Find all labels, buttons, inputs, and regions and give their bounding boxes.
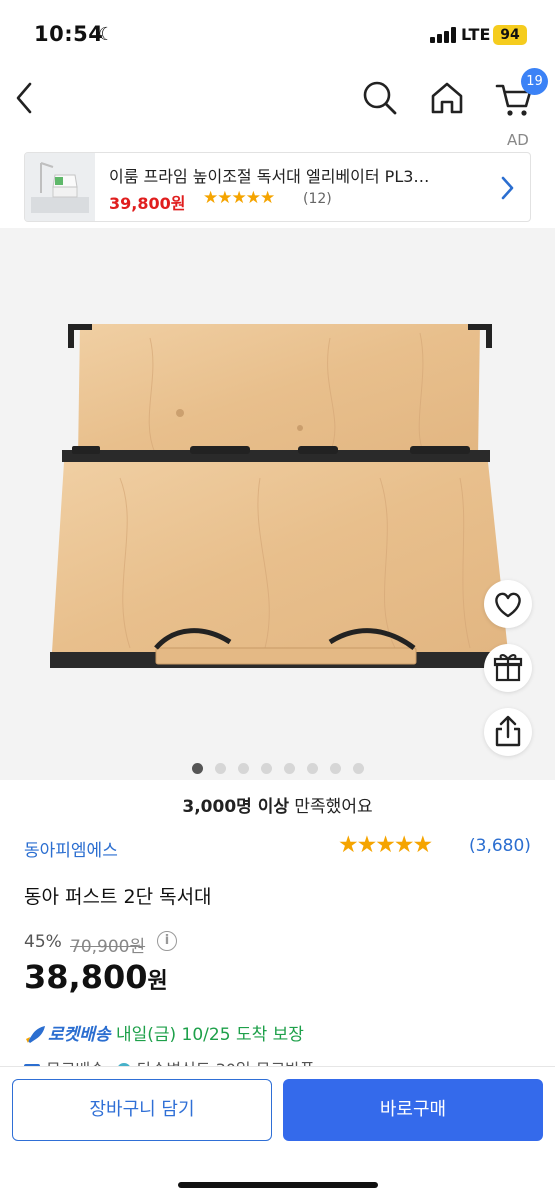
product-image[interactable] (0, 228, 555, 780)
network-label: LTE (461, 25, 491, 44)
search-icon (363, 81, 397, 115)
pager-dot[interactable] (192, 763, 203, 774)
battery-indicator: 94 (493, 25, 527, 45)
ad-banner[interactable]: 이룸 프라임 높이조절 독서대 엘리베이터 PL3… 39,800원 ★★★★★… (24, 152, 531, 222)
pager-dot[interactable] (307, 763, 318, 774)
book-stand-photo (0, 228, 555, 780)
final-price: 38,800원 (24, 958, 168, 996)
bottom-action-bar: 장바구니 담기 바로구매 (0, 1066, 555, 1200)
back-icon (16, 82, 32, 114)
home-indicator (178, 1182, 378, 1188)
back-button[interactable] (8, 76, 44, 120)
delivery-info: 로켓배송 내일(금) 10/25 도착 보장 (24, 1020, 304, 1045)
moon-icon: ☾ (98, 24, 115, 45)
pager-dot[interactable] (261, 763, 272, 774)
buy-now-button[interactable]: 바로구매 (283, 1079, 543, 1141)
gift-button[interactable] (484, 644, 532, 692)
original-price: 70,900원 (70, 937, 146, 957)
pager-dot[interactable] (238, 763, 249, 774)
pager-dot[interactable] (353, 763, 364, 774)
ad-thumbnail (25, 153, 95, 221)
wishlist-button[interactable] (484, 580, 532, 628)
search-button[interactable] (360, 78, 400, 118)
ad-review-count: (12) (303, 191, 332, 207)
brand-link[interactable]: 동아피엠에스 (24, 836, 118, 861)
final-price-value: 38,800 (24, 958, 148, 996)
pager-dot[interactable] (284, 763, 295, 774)
satisfaction-suffix: 만족했어요 (289, 797, 373, 817)
ad-label: AD (507, 131, 529, 149)
pager-dot[interactable] (330, 763, 341, 774)
status-time: 10:54 (34, 22, 104, 46)
ad-title: 이룸 프라임 높이조절 독서대 엘리베이터 PL3… (109, 167, 430, 186)
rocket-delivery-label: 로켓배송 (48, 1025, 111, 1045)
satisfaction-highlight: 3,000명 이상 (182, 797, 289, 817)
chevron-right-icon (501, 176, 514, 200)
gift-icon (493, 654, 523, 682)
final-price-unit: 원 (147, 969, 168, 994)
heart-icon (495, 592, 521, 618)
product-title: 동아 퍼스트 2단 독서대 (24, 886, 212, 908)
review-count-link[interactable]: (3,680) (469, 836, 531, 856)
status-bar: 10:54 ☾ LTE 94 (0, 0, 555, 70)
pager-dot[interactable] (215, 763, 226, 774)
rocket-icon (26, 1026, 45, 1043)
rating-stars: ★★★★★ (338, 832, 433, 858)
share-button[interactable] (484, 708, 532, 756)
home-icon (431, 82, 463, 114)
ad-rating-stars: ★★★★★ (203, 188, 275, 208)
satisfaction-text: 3,000명 이상 만족했어요 (0, 792, 555, 817)
info-icon[interactable]: i (157, 931, 177, 951)
signal-icon (430, 27, 456, 43)
delivery-eta: 내일(금) 10/25 도착 보장 (110, 1025, 304, 1045)
discount-rate: 45% (24, 932, 62, 952)
share-icon (495, 715, 521, 747)
cart-count-badge: 19 (521, 68, 548, 95)
add-to-cart-button[interactable]: 장바구니 담기 (12, 1079, 272, 1141)
top-nav (0, 68, 555, 128)
ad-price: 39,800원 (109, 194, 186, 213)
home-button[interactable] (427, 78, 467, 118)
